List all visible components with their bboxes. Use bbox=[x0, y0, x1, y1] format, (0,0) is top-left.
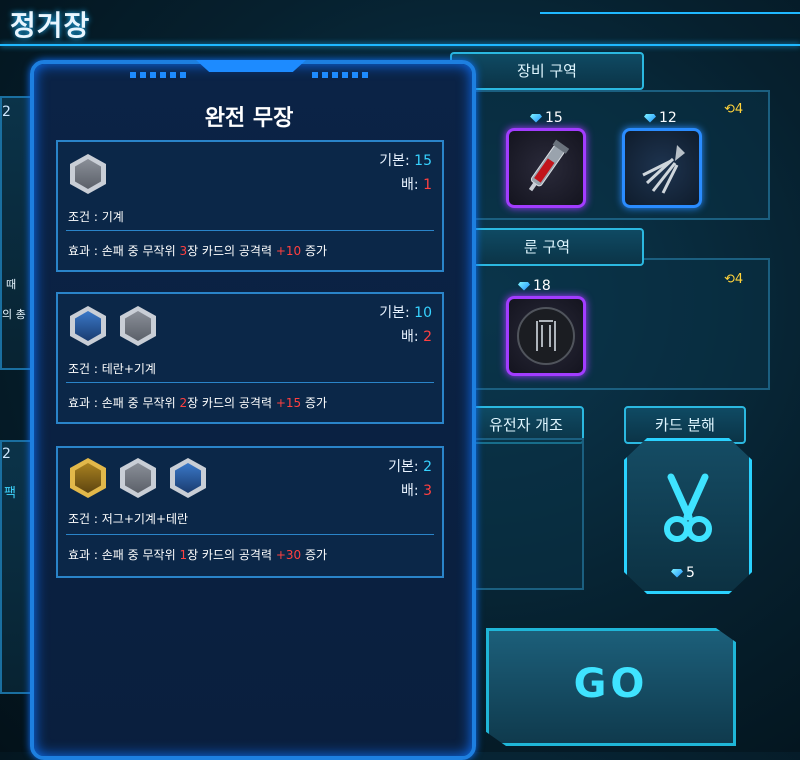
tier-3-effect: 효과 : 손패 중 무작위 1장 카드의 공격력 +30 증가 bbox=[68, 546, 327, 563]
equipment-item-1-cost: 15 bbox=[530, 110, 563, 126]
refresh-icon: ⟲ bbox=[724, 272, 735, 287]
tier-3-divider bbox=[66, 534, 434, 535]
mechanic-hex-icon bbox=[120, 458, 156, 498]
tier-1-base: 기본: 15 bbox=[379, 150, 432, 170]
tier-2-condition: 조건 : 테란+기계 bbox=[68, 362, 156, 376]
background-card-top-count: 2 bbox=[2, 104, 11, 120]
card-dismantle-cost-value: 5 bbox=[686, 565, 695, 581]
tier-2-panel: 기본: 10 배: 2 조건 : 테란+기계 효과 : 손패 중 무작위 2장 … bbox=[56, 292, 444, 424]
equipment-item-1-cost-value: 15 bbox=[545, 110, 563, 126]
equipment-refresh-count: 4 bbox=[734, 102, 744, 117]
tier-1-mult: 배: 1 bbox=[401, 174, 432, 194]
tier-1-condition: 조건 : 기계 bbox=[68, 210, 124, 224]
tier-1-effect: 효과 : 손패 중 무작위 3장 카드의 공격력 +10 증가 bbox=[68, 242, 327, 259]
gene-mod-panel[interactable] bbox=[470, 438, 584, 590]
tier-1-panel: 기본: 15 배: 1 조건 : 기계 효과 : 손패 중 무작위 3장 카드의… bbox=[56, 140, 444, 272]
go-button[interactable]: GO bbox=[486, 628, 736, 746]
tier-2-effect-middle: 장 카드의 공격력 bbox=[187, 396, 276, 410]
tier-3-effect-prefix: 효과 : 손패 중 무작위 bbox=[68, 548, 180, 562]
tier-1-mult-label: 배: bbox=[401, 177, 424, 193]
background-card-top-text-1: 때 bbox=[6, 278, 17, 291]
modal-title: 완전 무장 bbox=[204, 106, 294, 131]
equipment-item-1[interactable] bbox=[506, 128, 586, 208]
equipment-item-2-cost: 12 bbox=[644, 110, 677, 126]
tier-3-effect-count: 1 bbox=[179, 548, 188, 562]
tier-3-base: 기본: 2 bbox=[388, 456, 432, 476]
tier-3-base-value: 2 bbox=[423, 459, 432, 475]
tier-3-effect-bonus: +30 bbox=[275, 548, 302, 562]
mechanic-hex-icon bbox=[70, 154, 106, 194]
rune-zone-label: 룬 구역 bbox=[450, 228, 644, 266]
tier-1-effect-middle: 장 카드의 공격력 bbox=[187, 244, 276, 258]
rune-item-1-cost-value: 18 bbox=[533, 278, 551, 294]
tier-2-divider bbox=[66, 382, 434, 383]
gem-icon bbox=[671, 568, 683, 578]
rune-emblem-icon bbox=[517, 307, 575, 365]
tier-2-base-label: 기본: bbox=[379, 305, 415, 321]
terran-hex-icon bbox=[70, 306, 106, 346]
syringe-icon bbox=[528, 139, 570, 192]
tier-1-base-label: 기본: bbox=[379, 153, 415, 169]
rune-item-1-cost: 18 bbox=[518, 278, 551, 294]
equipment-item-2-cost-value: 12 bbox=[659, 110, 677, 126]
rune-refresh-button[interactable]: ⟲4 bbox=[724, 272, 743, 287]
card-dismantle-button[interactable]: 5 bbox=[624, 438, 752, 594]
equipment-item-2[interactable] bbox=[622, 128, 702, 208]
zerg-hex-icon bbox=[70, 458, 106, 498]
tier-2-effect: 효과 : 손패 중 무작위 2장 카드의 공격력 +15 증가 bbox=[68, 394, 327, 411]
tier-3-mult: 배: 3 bbox=[401, 480, 432, 500]
background-card-mid-count: 2 bbox=[2, 446, 11, 462]
refresh-icon: ⟲ bbox=[724, 102, 735, 117]
tier-3-mult-label: 배: bbox=[401, 483, 424, 499]
gem-icon bbox=[518, 281, 530, 291]
tier-3-condition: 조건 : 저그+기계+테란 bbox=[68, 512, 189, 526]
tier-2-mult: 배: 2 bbox=[401, 326, 432, 346]
tier-2-base-value: 10 bbox=[414, 305, 432, 321]
tier-2-effect-count: 2 bbox=[179, 396, 188, 410]
background-card-top-text-2: 의 총 bbox=[2, 308, 26, 321]
background-card-mid-label: 팩 bbox=[4, 486, 16, 501]
tier-1-mult-value: 1 bbox=[423, 177, 432, 193]
page-title: 정거장 bbox=[10, 9, 91, 42]
tier-3-panel: 기본: 2 배: 3 조건 : 저그+기계+테란 효과 : 손패 중 무작위 1… bbox=[56, 446, 444, 578]
tier-2-effect-bonus: +15 bbox=[275, 396, 302, 410]
tier-1-divider bbox=[66, 230, 434, 231]
tier-1-base-value: 15 bbox=[414, 153, 432, 169]
modal-top-deco-left bbox=[130, 72, 190, 78]
scissors-icon bbox=[664, 473, 712, 542]
card-dismantle-cost: 5 bbox=[671, 565, 695, 581]
tier-1-effect-prefix: 효과 : 손패 중 무작위 bbox=[68, 244, 180, 258]
header-divider bbox=[0, 44, 800, 46]
tier-3-base-label: 기본: bbox=[388, 459, 424, 475]
tier-3-effect-middle: 장 카드의 공격력 bbox=[187, 548, 276, 562]
tier-3-effect-suffix: 증가 bbox=[301, 548, 328, 562]
mechanic-hex-icon bbox=[120, 306, 156, 346]
tier-2-effect-prefix: 효과 : 손패 중 무작위 bbox=[68, 396, 180, 410]
rune-item-1[interactable] bbox=[506, 296, 586, 376]
gem-icon bbox=[530, 113, 542, 123]
equipment-refresh-button[interactable]: ⟲4 bbox=[724, 102, 743, 117]
tier-1-effect-suffix: 증가 bbox=[301, 244, 328, 258]
tier-2-mult-value: 2 bbox=[423, 329, 432, 345]
tier-2-effect-suffix: 증가 bbox=[301, 396, 328, 410]
equipment-zone-label: 장비 구역 bbox=[450, 52, 644, 90]
tier-3-mult-value: 3 bbox=[423, 483, 432, 499]
tier-1-effect-bonus: +10 bbox=[275, 244, 302, 258]
rune-refresh-count: 4 bbox=[734, 272, 744, 287]
modal-top-deco-right bbox=[312, 72, 372, 78]
terran-hex-icon bbox=[170, 458, 206, 498]
gem-icon bbox=[644, 113, 656, 123]
modal-top-tab bbox=[196, 60, 306, 72]
claw-icon bbox=[642, 145, 685, 194]
header-accent bbox=[540, 0, 800, 14]
tier-2-mult-label: 배: bbox=[401, 329, 424, 345]
tier-1-effect-count: 3 bbox=[179, 244, 188, 258]
tier-2-base: 기본: 10 bbox=[379, 302, 432, 322]
